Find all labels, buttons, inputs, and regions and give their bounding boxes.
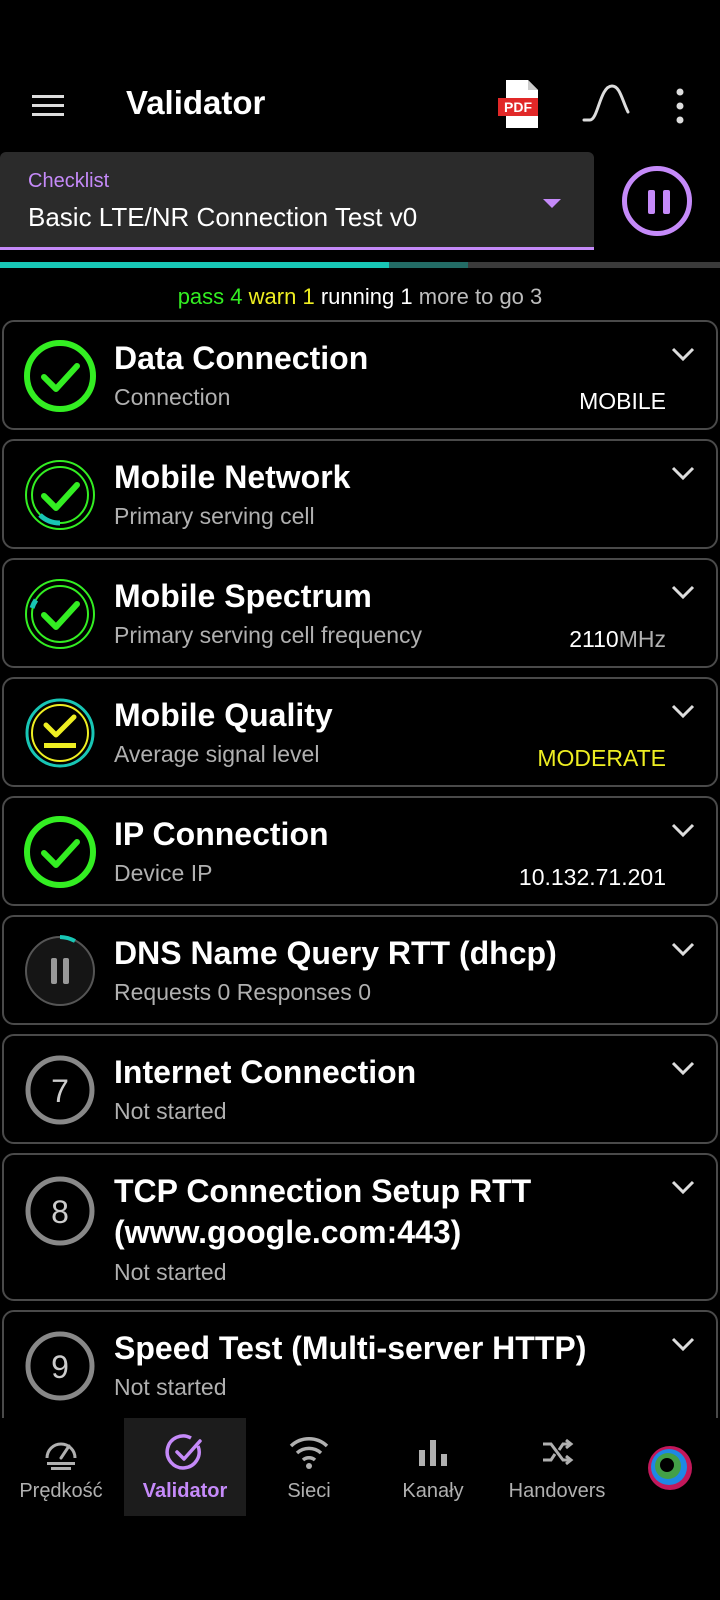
step-number-icon: 8 [25, 1176, 95, 1246]
chevron-down-icon[interactable] [670, 1336, 696, 1352]
nav-label: Prędkość [19, 1480, 103, 1502]
test-title: Mobile Quality [114, 697, 333, 733]
test-title: IP Connection [114, 816, 329, 852]
summary-warn-count: 1 [302, 284, 315, 309]
summary-running-count: 1 [400, 284, 413, 309]
nav-label: Kanały [402, 1480, 464, 1502]
nav-label: Handovers [508, 1480, 606, 1502]
chevron-down-icon[interactable] [670, 703, 696, 719]
test-value: 10.132.71.201 [518, 864, 666, 890]
svg-text:7: 7 [51, 1073, 69, 1109]
test-progress-bar [0, 262, 720, 268]
checklist-dropdown[interactable]: Checklist Basic LTE/NR Connection Test v… [0, 152, 594, 250]
nav-item-channels[interactable]: Kanały [372, 1418, 494, 1516]
test-value: MODERATE [537, 745, 666, 771]
test-title: Speed Test (Multi-server HTTP) [114, 1330, 587, 1366]
svg-text:PDF: PDF [504, 99, 532, 115]
shuffle-icon [543, 1438, 574, 1466]
test-value: MOBILE [579, 388, 666, 414]
wifi-icon [289, 1437, 329, 1469]
test-card-ip-connection[interactable]: IP Connection Device IP 10.132.71.201 [2, 796, 718, 906]
test-card-data-connection[interactable]: Data Connection Connection MOBILE [2, 320, 718, 430]
summary-pass-count: 4 [230, 284, 243, 309]
checklist-value: Basic LTE/NR Connection Test v0 [28, 202, 418, 232]
app-bar: Validator PDF [0, 64, 720, 148]
test-subtitle: Not started [114, 1374, 227, 1400]
svg-text:9: 9 [51, 1349, 69, 1385]
summary-running-label: running [320, 284, 395, 309]
pass-check-icon [24, 816, 96, 888]
test-subtitle: Average signal level [114, 741, 320, 767]
chevron-down-icon[interactable] [670, 941, 696, 957]
dropdown-arrow-icon [543, 199, 561, 208]
chevron-down-icon[interactable] [670, 465, 696, 481]
test-title: Internet Connection [114, 1054, 417, 1090]
pass-check-icon [24, 340, 96, 412]
test-title: Mobile Spectrum [114, 578, 372, 614]
warning-check-icon [25, 698, 95, 768]
test-subtitle: Device IP [114, 860, 213, 886]
test-title: DNS Name Query RTT (dhcp) [114, 935, 557, 971]
nav-label: Validator [142, 1480, 228, 1502]
pass-check-icon [25, 579, 95, 649]
test-subtitle: Not started [114, 1098, 227, 1124]
check-circle-icon [165, 1434, 202, 1470]
test-card-mobile-spectrum[interactable]: Mobile Spectrum Primary serving cell fre… [2, 558, 718, 668]
chevron-down-icon[interactable] [670, 346, 696, 362]
step-number-icon: 9 [25, 1331, 95, 1401]
step-number-icon: 7 [25, 1055, 95, 1125]
test-subtitle: Primary serving cell [114, 503, 315, 529]
pause-icon-bar [663, 190, 670, 214]
running-pause-icon [25, 935, 95, 1006]
test-subtitle: Requests 0 Responses 0 [114, 979, 371, 1005]
pause-icon-bar [648, 190, 655, 214]
test-title: TCP Connection Setup RTT (www.google.com… [114, 1173, 532, 1250]
test-subtitle: Connection [114, 384, 231, 410]
nav-item-validator[interactable]: Validator [124, 1418, 246, 1516]
checklist-label: Checklist [28, 170, 110, 192]
bar-chart-icon [419, 1440, 447, 1466]
nav-item-handovers[interactable]: Handovers [496, 1418, 618, 1516]
chevron-down-icon[interactable] [670, 584, 696, 600]
pause-button[interactable] [622, 166, 692, 236]
chevron-down-icon[interactable] [670, 1060, 696, 1076]
page-title: Validator [126, 84, 266, 121]
test-subtitle: Primary serving cell frequency [114, 622, 423, 648]
progress-pass-fill [0, 262, 389, 268]
summary-warn-label: warn [248, 284, 297, 309]
speedometer-icon [45, 1442, 77, 1470]
test-subtitle: Not started [114, 1259, 227, 1285]
menu-icon[interactable] [28, 86, 68, 126]
test-title: Mobile Network [114, 459, 351, 495]
pass-check-icon [25, 460, 95, 530]
nav-item-networks[interactable]: Sieci [248, 1418, 370, 1516]
nav-item-speed[interactable]: Prędkość [0, 1418, 122, 1516]
summary-pass-label: pass [177, 284, 225, 309]
test-card-tcp-setup[interactable]: 8 TCP Connection Setup RTT (www.google.c… [2, 1153, 718, 1301]
test-summary: pass 4 warn 1 running 1 more to go 3 [0, 284, 720, 310]
test-value-unit: MHz [618, 626, 666, 652]
test-card-mobile-network[interactable]: Mobile Network Primary serving cell [2, 439, 718, 549]
app-logo-icon[interactable] [645, 1443, 695, 1493]
test-title: Data Connection [114, 340, 369, 376]
summary-more-count: 3 [530, 284, 543, 309]
summary-more-label: more to go [418, 284, 524, 309]
test-card-speed-test[interactable]: 9 Speed Test (Multi-server HTTP) Not sta… [2, 1310, 718, 1418]
nav-label: Sieci [287, 1480, 331, 1502]
pdf-export-icon[interactable]: PDF [498, 78, 544, 130]
test-card-internet-connection[interactable]: 7 Internet Connection Not started [2, 1034, 718, 1144]
test-value-with-unit: 2110MHz [569, 626, 666, 653]
progress-running-fill [388, 262, 468, 268]
signal-curve-icon[interactable] [582, 82, 630, 124]
test-list[interactable]: Data Connection Connection MOBILE Mobile… [0, 320, 720, 1418]
bottom-navigation: Prędkość Validator Sieci Kanały Handover… [0, 1418, 720, 1516]
chevron-down-icon[interactable] [670, 822, 696, 838]
test-card-dns-query[interactable]: DNS Name Query RTT (dhcp) Requests 0 Res… [2, 915, 718, 1025]
test-card-mobile-quality[interactable]: Mobile Quality Average signal level MODE… [2, 677, 718, 787]
test-value: 2110 [569, 626, 619, 652]
overflow-menu-icon[interactable] [670, 84, 690, 128]
chevron-down-icon[interactable] [670, 1179, 696, 1195]
svg-text:8: 8 [51, 1194, 69, 1230]
